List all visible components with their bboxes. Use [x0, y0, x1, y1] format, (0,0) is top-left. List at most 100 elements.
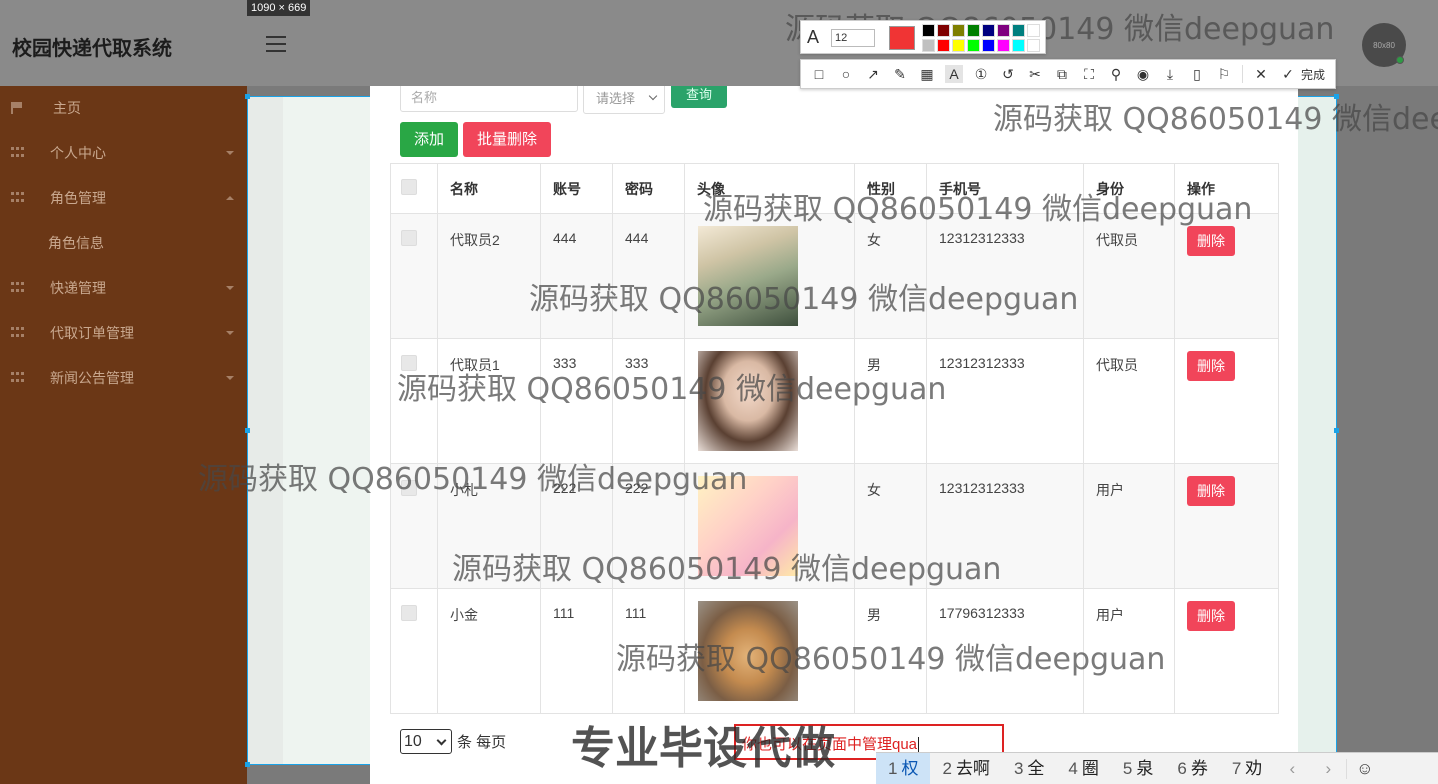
chevron-right-icon[interactable]: ›	[1310, 759, 1346, 779]
sidebar-item-label: 主页	[53, 100, 81, 116]
sidebar-item-label: 代取订单管理	[50, 325, 134, 341]
candidate-text: 去啊	[955, 758, 990, 778]
sidebar-item-label: 角色信息	[48, 235, 104, 251]
color-swatch[interactable]	[952, 24, 965, 37]
cell-account: 111	[540, 588, 613, 714]
role-select-value: 请选择	[596, 91, 636, 106]
arrow-icon[interactable]: ↗	[864, 65, 882, 83]
color-swatch[interactable]	[937, 39, 950, 52]
scan-icon[interactable]: ⛶	[1080, 65, 1098, 83]
color-swatch[interactable]	[967, 39, 980, 52]
watermark: 源码获取 QQ86050149 微信deepguan	[452, 552, 1002, 587]
grid-icon	[11, 282, 25, 294]
ime-candidate[interactable]: 4圈	[1056, 753, 1110, 784]
undo-icon[interactable]: ↺	[999, 65, 1017, 83]
page-size-select[interactable]: 10	[400, 729, 452, 754]
resize-handle[interactable]	[245, 428, 250, 433]
grid-icon	[11, 147, 25, 159]
add-button[interactable]: 添加	[400, 122, 458, 157]
color-swatch[interactable]	[982, 39, 995, 52]
color-swatch[interactable]	[952, 39, 965, 52]
candidate-text: 权	[901, 758, 919, 778]
text-caret	[918, 737, 920, 754]
delete-button[interactable]: 删除	[1187, 601, 1235, 631]
name-search-input[interactable]: 名称	[400, 86, 578, 112]
bookmark-icon[interactable]: ⚐	[1215, 65, 1233, 83]
sidebar-item-order-management[interactable]: 代取订单管理	[0, 311, 247, 355]
watermark-large: 专业毕设代做	[571, 723, 835, 774]
color-swatch[interactable]	[1012, 39, 1025, 52]
cell-role: 代取员	[1083, 338, 1175, 464]
pagination: 10 条 每页	[400, 729, 506, 754]
candidate-index: 7	[1231, 758, 1242, 778]
pen-icon[interactable]: ✎	[891, 65, 909, 83]
ime-candidate[interactable]: 2 去啊	[930, 753, 1001, 784]
color-swatch[interactable]	[997, 39, 1010, 52]
download-icon[interactable]: ⤓	[1161, 65, 1179, 83]
sidebar-item-personal-center[interactable]: 个人中心	[0, 131, 247, 175]
record-icon[interactable]: ◉	[1134, 65, 1152, 83]
close-icon[interactable]: ✕	[1252, 65, 1270, 83]
resize-handle[interactable]	[245, 94, 250, 99]
color-swatch[interactable]	[937, 24, 950, 37]
sidebar-item-home[interactable]: 主页	[0, 86, 247, 130]
sidebar-item-role-management[interactable]: 角色管理	[0, 176, 247, 220]
text-icon[interactable]: A	[945, 65, 963, 83]
row-checkbox[interactable]	[401, 230, 417, 246]
sidebar-item-news-management[interactable]: 新闻公告管理	[0, 356, 247, 400]
ocr-icon[interactable]: ⧉	[1053, 65, 1071, 83]
color-swatch[interactable]	[922, 39, 935, 52]
ime-candidate[interactable]: 1权	[876, 752, 931, 784]
color-swatch[interactable]	[982, 24, 995, 37]
candidate-index: 6	[1177, 758, 1187, 778]
ime-candidate[interactable]: 6券	[1165, 753, 1219, 784]
column-header: 密码	[612, 163, 685, 214]
cell-phone: 12312312333	[926, 338, 1084, 464]
menu-toggle-icon[interactable]	[266, 36, 286, 52]
current-color-swatch[interactable]	[889, 26, 915, 50]
check-icon[interactable]: ✓	[1279, 65, 1297, 83]
done-button[interactable]: 完成	[1301, 66, 1325, 83]
mosaic-icon[interactable]: ▦	[918, 65, 936, 83]
screenshot-toolbar: □ ○ ↗ ✎ ▦ A ① ↺ ✂ ⧉ ⛶ ⚲ ◉ ⤓ ▯ ⚐ ✕ ✓ 完成	[800, 59, 1336, 89]
sidebar-item-express-management[interactable]: 快递管理	[0, 266, 247, 310]
color-swatch[interactable]	[997, 24, 1010, 37]
watermark: 源码获取 QQ86050149 微信deepguan	[529, 282, 1079, 317]
emoji-icon[interactable]: ☺	[1346, 758, 1382, 779]
color-palette	[922, 24, 1040, 52]
delete-button[interactable]: 删除	[1187, 476, 1235, 506]
batch-delete-button[interactable]: 批量删除	[463, 122, 551, 157]
color-swatch[interactable]	[1027, 39, 1040, 52]
number-icon[interactable]: ①	[972, 65, 990, 83]
color-swatch[interactable]	[967, 24, 980, 37]
delete-button[interactable]: 删除	[1187, 226, 1235, 256]
color-swatch[interactable]	[1012, 24, 1025, 37]
watermark: 源码获取 QQ86050149 微信deepguan	[198, 462, 748, 497]
grid-icon	[11, 192, 25, 204]
sidebar-item-role-info[interactable]: 角色信息	[0, 221, 247, 265]
delete-button[interactable]: 删除	[1187, 351, 1235, 381]
ime-candidate[interactable]: 5泉	[1111, 753, 1165, 784]
row-checkbox[interactable]	[401, 605, 417, 621]
candidate-index: 1	[888, 758, 898, 778]
select-all-checkbox[interactable]	[401, 179, 417, 195]
candidate-text: 劝	[1245, 758, 1263, 778]
font-size-select[interactable]: 12	[831, 29, 875, 47]
select-all-header[interactable]	[390, 163, 438, 214]
ime-candidate[interactable]: 3全	[1002, 753, 1056, 784]
resize-handle[interactable]	[1334, 428, 1339, 433]
query-button[interactable]: 查询	[671, 86, 727, 108]
phone-icon[interactable]: ▯	[1188, 65, 1206, 83]
pin-icon[interactable]: ⚲	[1107, 65, 1125, 83]
role-select[interactable]: 请选择	[583, 86, 665, 114]
color-swatch[interactable]	[922, 24, 935, 37]
chevron-left-icon[interactable]: ‹	[1274, 759, 1310, 779]
chevron-down-icon	[226, 286, 234, 290]
color-swatch[interactable]	[1027, 24, 1040, 37]
content-background-edge	[248, 97, 283, 764]
rectangle-icon[interactable]: □	[810, 65, 828, 83]
ime-candidate[interactable]: 7劝	[1220, 753, 1274, 784]
crop-icon[interactable]: ✂	[1026, 65, 1044, 83]
ellipse-icon[interactable]: ○	[837, 65, 855, 83]
resize-handle[interactable]	[245, 762, 250, 767]
